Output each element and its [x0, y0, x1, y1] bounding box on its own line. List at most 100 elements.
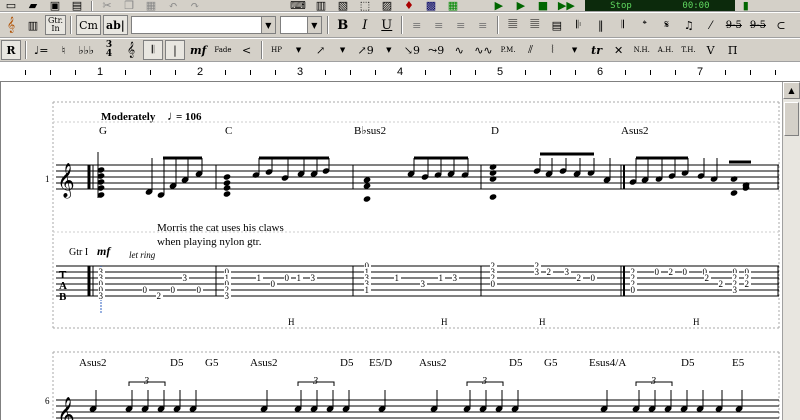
hammer-on-button[interactable]: HP — [267, 40, 287, 60]
chord-name[interactable]: D5 — [170, 357, 184, 369]
gtr-in-button[interactable]: Gtr. In — [45, 15, 67, 35]
play-icon[interactable]: ▶ — [489, 0, 509, 11]
mixer-icon[interactable]: ▧ — [333, 0, 353, 11]
tab-number[interactable]: 0 — [683, 267, 688, 277]
bar-start-icon[interactable]: 𝄃 — [142, 40, 163, 60]
bold-button[interactable]: B — [333, 15, 353, 35]
chord-name[interactable]: D5 — [509, 357, 523, 369]
double-bar-icon[interactable]: ‖ — [591, 15, 611, 35]
chord-name[interactable]: D5 — [681, 357, 695, 369]
time-signature-button[interactable]: 3 4 — [99, 40, 119, 60]
annotation-text-1[interactable]: Morris the cat uses his claws — [157, 222, 284, 234]
zoom-icon[interactable]: ⬚ — [355, 0, 375, 11]
tempo-text[interactable]: Moderately — [101, 111, 156, 123]
note-value-icon[interactable]: ♩= — [31, 40, 51, 60]
tab-number[interactable]: 0 — [197, 285, 202, 295]
tab-number[interactable]: 0 — [655, 267, 660, 277]
tab-number[interactable]: 2 — [719, 279, 724, 289]
track-label[interactable]: Gtr I — [69, 247, 88, 258]
note-head[interactable] — [489, 175, 497, 182]
score-canvas[interactable]: Moderately ♩ = 106 G C B♭sus2 D Asus2 1 𝄞 Mo… — [1, 82, 782, 420]
align-justify-icon[interactable]: ≡ — [473, 15, 493, 35]
page-icon[interactable]: ▨ — [377, 0, 397, 11]
repeat-icon[interactable]: 𝄆 — [569, 15, 589, 35]
align-right-icon[interactable]: ≡ — [451, 15, 471, 35]
tremolo-icon[interactable]: ⫽ — [521, 40, 541, 60]
size-select[interactable]: ▼ — [279, 16, 322, 34]
tab-number[interactable]: 0 — [591, 273, 596, 283]
keyboard-icon[interactable]: ⌨ — [287, 0, 309, 11]
flat-icon[interactable]: ♭♭♭ — [75, 40, 97, 60]
segno-icon[interactable]: 𝄋 — [657, 15, 677, 35]
tab-number[interactable]: 3 — [453, 273, 458, 283]
notes-icon[interactable]: ♦ — [399, 0, 419, 11]
palm-mute-button[interactable]: P.M. — [498, 40, 519, 60]
note-head[interactable] — [730, 189, 738, 196]
tab-number[interactable]: 1 — [257, 273, 262, 283]
score-page[interactable]: Moderately ♩ = 106 G C B♭sus2 D Asus2 1 𝄞 Mo… — [0, 82, 782, 420]
natural-icon[interactable]: ♮ — [53, 40, 73, 60]
pre-bend-icon[interactable]: ⤳9 — [425, 40, 447, 60]
ending-bar-icon[interactable]: 𝄂 — [613, 15, 633, 35]
bend-icon[interactable]: ↗ — [311, 40, 331, 60]
clef-icon[interactable]: 𝄞 — [121, 40, 141, 60]
chevron-down-icon[interactable]: ▼ — [306, 17, 321, 33]
fretboard-icon[interactable]: ▥ — [311, 0, 331, 11]
staff-lines-icon[interactable]: 𝄚 — [503, 15, 523, 35]
guitar-icon[interactable]: 𝄞 — [1, 15, 21, 35]
chord-name[interactable]: B♭sus2 — [354, 125, 386, 137]
chord-button[interactable]: Cm — [76, 15, 101, 35]
dynamics-button[interactable]: mf — [187, 40, 209, 60]
align-left-icon[interactable]: ≡ — [407, 15, 427, 35]
tab-number[interactable]: 3 — [183, 273, 188, 283]
downstroke-icon[interactable]: V — [701, 40, 721, 60]
chord-name[interactable]: D — [491, 125, 499, 137]
tab-number[interactable]: 0 — [491, 279, 496, 289]
grid-icon[interactable]: ▥ — [23, 15, 43, 35]
chord-name[interactable]: Esus4/A — [589, 357, 626, 369]
trill-button[interactable]: tr — [587, 40, 607, 60]
dynamic-mark[interactable]: mf — [97, 244, 111, 258]
tab-number[interactable]: 2 — [547, 267, 552, 277]
rest-button[interactable]: R — [1, 40, 21, 60]
dropdown-arrow-icon[interactable]: ▼ — [565, 40, 585, 60]
chevron-down-icon[interactable]: ▼ — [260, 17, 275, 33]
scroll-thumb[interactable] — [784, 102, 799, 136]
dropdown-arrow-icon[interactable]: ▼ — [289, 40, 309, 60]
note-head[interactable] — [489, 163, 497, 170]
vibrato-icon[interactable]: ∿ — [449, 40, 469, 60]
note-head[interactable] — [223, 190, 231, 197]
vertical-scrollbar[interactable]: ▲ — [782, 82, 800, 420]
note-head[interactable] — [489, 169, 497, 176]
arpeggio-icon[interactable]: ⦚ — [543, 40, 563, 60]
staff-layout-icon[interactable]: ▤ — [547, 15, 567, 35]
strike-tab-button[interactable]: 9-5 — [723, 15, 745, 35]
text-button[interactable]: ab| — [102, 15, 128, 35]
tab-number[interactable]: 2 — [157, 291, 162, 301]
paste-icon[interactable]: ▦ — [141, 0, 161, 11]
tab-number[interactable]: 0 — [631, 285, 636, 295]
fast-forward-icon[interactable]: ▶▶ — [555, 0, 578, 11]
chord-name[interactable]: E5/D — [369, 357, 392, 369]
tapped-harmonic-button[interactable]: T.H. — [678, 40, 698, 60]
note-head[interactable] — [489, 193, 497, 200]
chord-name[interactable]: G5 — [544, 357, 558, 369]
coda-icon[interactable]: 𝄌 — [635, 15, 655, 35]
note-head[interactable] — [730, 175, 738, 182]
tab-number[interactable]: 3 — [733, 285, 738, 295]
let-ring-text[interactable]: let ring — [129, 250, 156, 260]
stop-icon[interactable]: ■ — [533, 0, 553, 11]
redo-icon[interactable]: ↷ — [185, 0, 205, 11]
print-icon[interactable]: ▤ — [67, 0, 87, 11]
open-file-icon[interactable]: ▰ — [23, 0, 43, 11]
font-select[interactable]: ▼ — [130, 16, 276, 34]
tab-number[interactable]: 0 — [171, 285, 176, 295]
dropdown-arrow-icon[interactable]: ▼ — [379, 40, 399, 60]
tab-number[interactable]: 1 — [439, 273, 444, 283]
fade-button[interactable]: Fade — [211, 40, 234, 60]
tab-number[interactable]: 0 — [143, 285, 148, 295]
note-head[interactable] — [223, 184, 231, 191]
tab-number[interactable]: 3 — [225, 291, 230, 301]
note-head[interactable] — [363, 195, 371, 202]
tab-number[interactable]: 1 — [365, 285, 370, 295]
